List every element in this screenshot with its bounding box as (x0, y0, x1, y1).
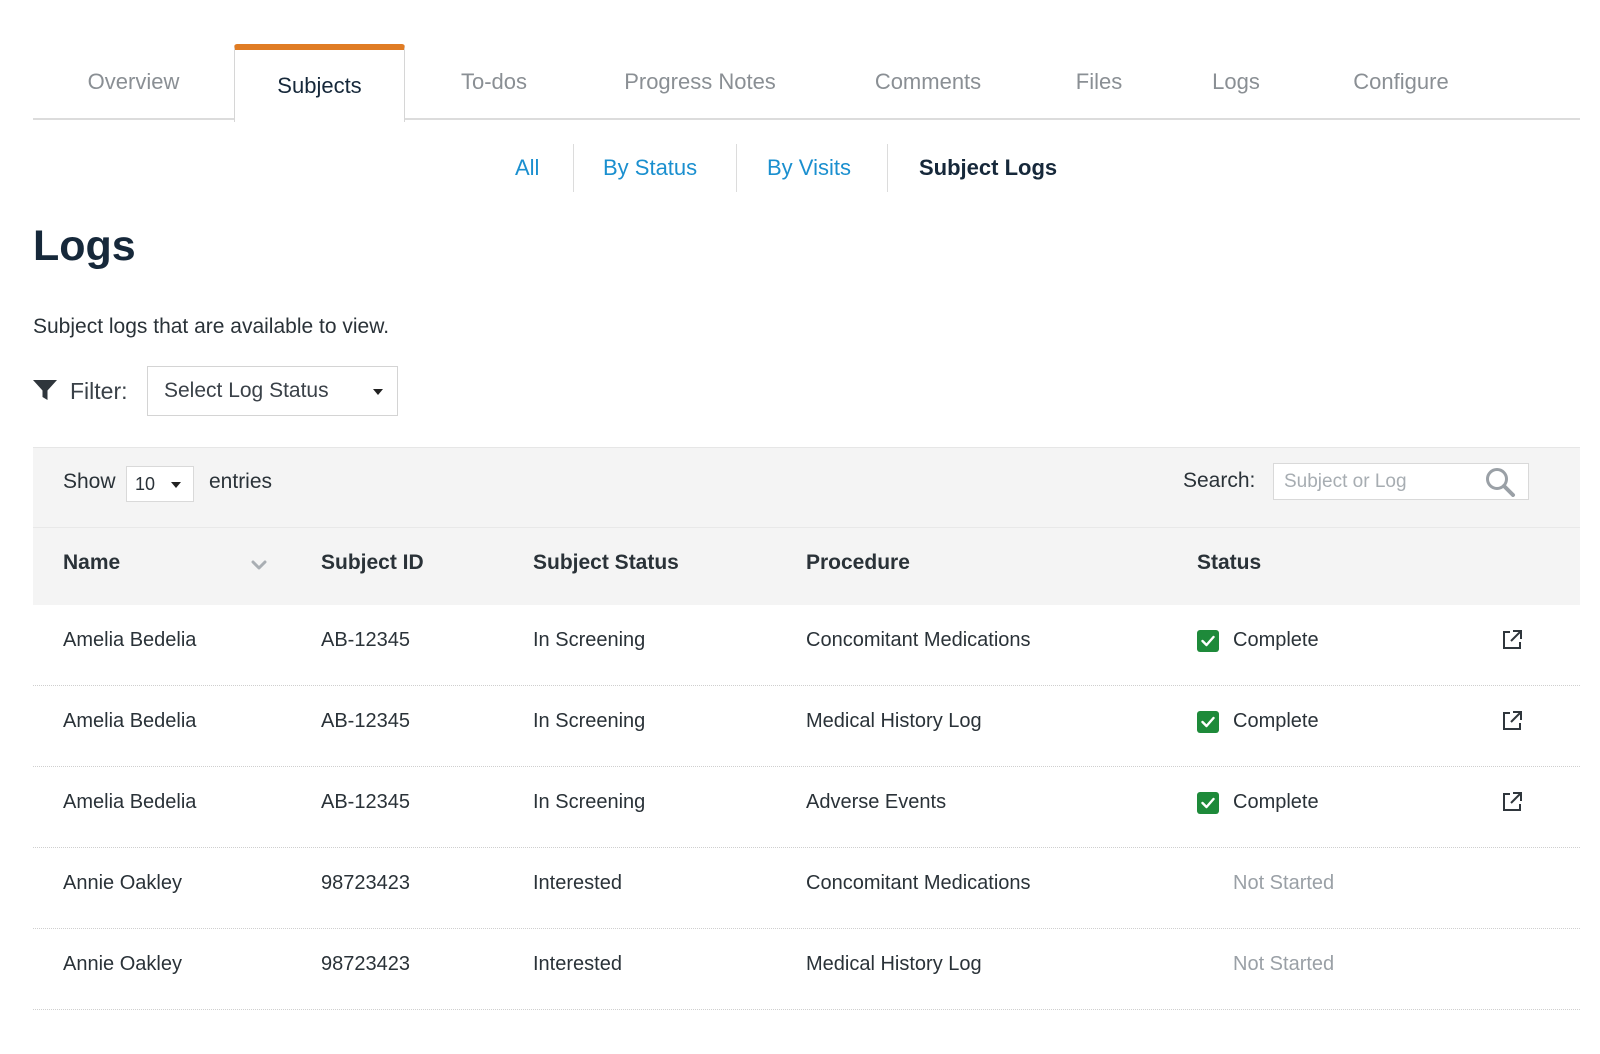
tab-overview[interactable]: Overview (33, 44, 234, 120)
column-header-procedure[interactable]: Procedure (806, 551, 910, 575)
status-text: Complete (1233, 710, 1319, 732)
status-text: Not Started (1233, 872, 1335, 894)
column-header-name[interactable]: Name (63, 551, 120, 575)
sub-tabs: All By Status By Visits Subject Logs (0, 142, 1600, 194)
table-row[interactable]: Amelia Bedelia AB-12345 In Screening Med… (33, 686, 1580, 767)
cell-status: Complete (1197, 710, 1319, 733)
cell-name: Annie Oakley (63, 872, 182, 894)
tab-comments[interactable]: Comments (823, 44, 1033, 120)
tab-progress-notes[interactable]: Progress Notes (588, 44, 812, 120)
cell-name: Annie Oakley (63, 953, 182, 975)
status-text: Not Started (1233, 953, 1335, 975)
tab-logs[interactable]: Logs (1178, 44, 1294, 120)
main-tabs: Overview Subjects To-dos Progress Notes … (33, 44, 1580, 122)
external-link-icon[interactable] (1501, 710, 1523, 732)
page-size-value: 10 (135, 473, 156, 494)
cell-procedure: Medical History Log (806, 710, 982, 732)
check-icon (1197, 629, 1219, 652)
subtab-divider (887, 144, 888, 192)
table-row[interactable]: Amelia Bedelia AB-12345 In Screening Con… (33, 605, 1580, 686)
external-link-icon[interactable] (1501, 791, 1523, 813)
cell-subject-status: In Screening (533, 710, 646, 732)
page-size-select[interactable]: 10 (126, 466, 194, 502)
subtab-all[interactable]: All (515, 142, 539, 194)
check-icon (1197, 710, 1219, 733)
table-row[interactable]: Annie Oakley 98723423 Interested Medical… (33, 929, 1580, 1010)
page-description: Subject logs that are available to view. (33, 315, 390, 338)
cell-name: Amelia Bedelia (63, 791, 197, 813)
cell-subject-status: In Screening (533, 629, 646, 651)
cell-subject-id: 98723423 (321, 953, 410, 975)
cell-subject-status: In Screening (533, 791, 646, 813)
column-header-subject-status[interactable]: Subject Status (533, 551, 679, 575)
cell-name: Amelia Bedelia (63, 629, 197, 651)
subtab-by-visits[interactable]: By Visits (767, 142, 851, 194)
status-text: Complete (1233, 629, 1319, 651)
cell-subject-id: AB-12345 (321, 710, 410, 732)
table-row[interactable]: Amelia Bedelia AB-12345 In Screening Adv… (33, 767, 1580, 848)
search-label: Search: (1183, 469, 1256, 492)
tab-subjects[interactable]: Subjects (234, 44, 405, 122)
table-row[interactable]: Annie Oakley 98723423 Interested Concomi… (33, 848, 1580, 929)
log-status-select[interactable]: Select Log Status (147, 366, 398, 416)
subtab-subject-logs[interactable]: Subject Logs (919, 142, 1057, 194)
cell-subject-status: Interested (533, 872, 622, 894)
search-input[interactable] (1274, 464, 1474, 499)
subtab-divider (573, 144, 574, 192)
subtab-by-status[interactable]: By Status (603, 142, 697, 194)
tab-files[interactable]: Files (1043, 44, 1155, 120)
caret-down-icon (171, 482, 181, 488)
tab-todos[interactable]: To-dos (405, 44, 583, 120)
cell-status: Not Started (1233, 953, 1334, 976)
cell-status: Complete (1197, 629, 1319, 652)
tab-configure[interactable]: Configure (1313, 44, 1489, 120)
caret-down-icon (373, 389, 383, 395)
search-box (1273, 463, 1529, 500)
cell-status: Complete (1197, 791, 1319, 814)
log-status-select-value: Select Log Status (164, 379, 329, 402)
check-icon (1197, 791, 1219, 814)
cell-procedure: Concomitant Medications (806, 629, 1031, 651)
panel-divider (33, 527, 1580, 528)
cell-procedure: Adverse Events (806, 791, 947, 813)
subtab-divider (736, 144, 737, 192)
page-title: Logs (33, 222, 136, 270)
cell-subject-id: 98723423 (321, 872, 410, 894)
cell-subject-id: AB-12345 (321, 791, 410, 813)
column-header-status[interactable]: Status (1197, 551, 1261, 575)
cell-status: Not Started (1233, 872, 1334, 895)
cell-subject-id: AB-12345 (321, 629, 410, 651)
column-header-subject-id[interactable]: Subject ID (321, 551, 424, 575)
entries-label: entries (209, 470, 273, 493)
filter-row: Filter: Select Log Status (33, 366, 398, 416)
chevron-down-icon[interactable] (251, 558, 267, 570)
external-link-icon[interactable] (1501, 629, 1523, 651)
cell-name: Amelia Bedelia (63, 710, 197, 732)
cell-procedure: Concomitant Medications (806, 872, 1031, 894)
cell-procedure: Medical History Log (806, 953, 982, 975)
show-label: Show (63, 470, 116, 493)
status-text: Complete (1233, 791, 1319, 813)
table-panel: Show 10 entries Search: Name Subject ID … (33, 447, 1580, 605)
cell-subject-status: Interested (533, 953, 622, 975)
filter-icon (33, 380, 57, 402)
filter-label: Filter: (70, 377, 128, 404)
search-icon[interactable] (1484, 467, 1518, 497)
